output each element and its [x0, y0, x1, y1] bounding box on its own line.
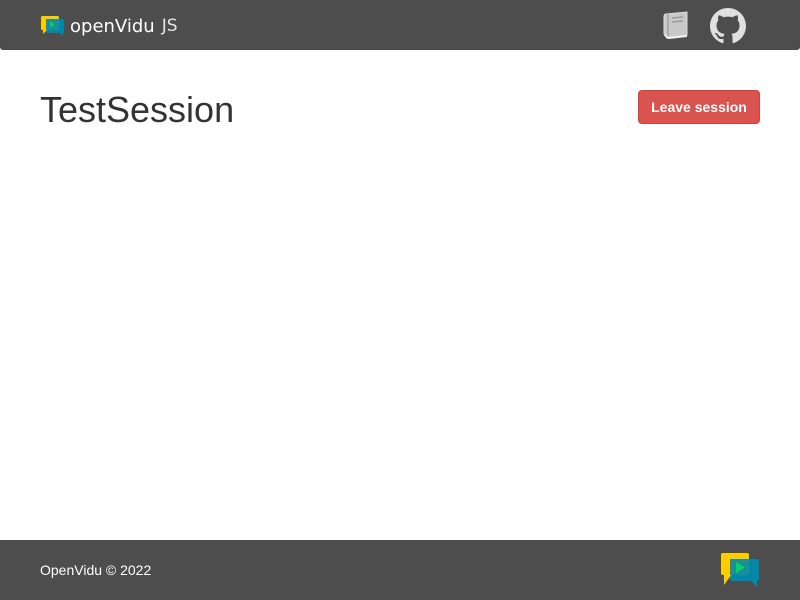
openvidu-logo-icon: [721, 553, 759, 587]
footer: OpenVidu © 2022: [0, 540, 800, 600]
docs-link[interactable]: [657, 8, 693, 44]
top-navbar: openVidu JS: [0, 0, 800, 50]
brand-name: openVidu: [70, 15, 155, 37]
session-title: TestSession: [40, 89, 235, 130]
leave-session-button[interactable]: Leave session: [638, 90, 760, 124]
brand-link[interactable]: openVidu JS: [40, 14, 178, 38]
footer-copyright: OpenVidu © 2022: [40, 562, 152, 578]
session-area: TestSession Leave session: [0, 50, 800, 540]
github-link[interactable]: [710, 8, 746, 44]
brand-suffix: JS: [161, 16, 178, 36]
github-icon: [710, 8, 746, 44]
book-icon: [663, 11, 688, 39]
openvidu-logo-icon: [41, 16, 64, 36]
